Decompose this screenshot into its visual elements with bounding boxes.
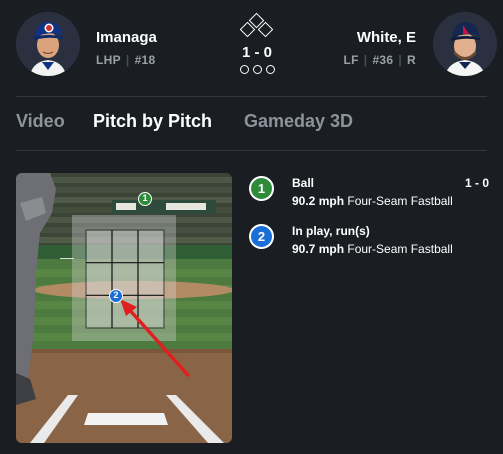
pitch-number-badge: 1 <box>249 176 274 201</box>
out-dot-icon <box>266 65 275 74</box>
batter-headshot-icon <box>433 12 497 76</box>
batter-name[interactable]: White, E <box>357 29 416 46</box>
pitch-row[interactable]: 2 In play, run(s) 90.7 mph Four-Seam Fas… <box>249 222 489 266</box>
tab-pitch-by-pitch[interactable]: Pitch by Pitch <box>93 111 212 132</box>
matchup-header: Imanaga LHP | #18 1 - 0 White, E LF | #36 | R <box>0 0 503 96</box>
batter-bats: R <box>407 53 416 67</box>
zone-pitch-marker-label: 2 <box>113 290 119 300</box>
pitcher-info: LHP | #18 <box>96 53 156 67</box>
pitch-type: Four-Seam Fastball <box>347 194 453 208</box>
pitcher-avatar[interactable] <box>16 12 80 76</box>
game-state: 1 - 0 <box>222 12 292 78</box>
pitch-result: Ball <box>292 176 315 190</box>
pitch-speed: 90.7 mph <box>292 242 345 256</box>
zone-pitch-marker-label: 1 <box>142 193 148 203</box>
zone-pitch-marker[interactable]: 1 <box>138 192 152 206</box>
batter-info: LF | #36 | R <box>343 53 416 67</box>
base-diamond <box>239 12 275 42</box>
pitch-details: 90.2 mph Four-Seam Fastball <box>292 194 453 208</box>
out-dot-icon <box>240 65 249 74</box>
pitcher-hand: LHP <box>96 53 121 67</box>
zone-pitch-marker[interactable]: 2 <box>109 289 123 303</box>
batter-position: LF <box>343 53 359 67</box>
tab-gameday-3d[interactable]: Gameday 3D <box>244 111 353 132</box>
pitch-count: 1 - 0 <box>464 176 489 190</box>
out-dot-icon <box>253 65 262 74</box>
pitcher-number: #18 <box>134 53 156 67</box>
pitch-speed: 90.2 mph <box>292 194 345 208</box>
strike-zone-view[interactable]: 1 2 <box>16 173 232 443</box>
pitch-details: 90.7 mph Four-Seam Fastball <box>292 242 453 256</box>
pitch-result: In play, run(s) <box>292 224 370 238</box>
tabs-divider <box>16 150 487 151</box>
pitch-row[interactable]: 1 Ball 1 - 0 90.2 mph Four-Seam Fastball <box>249 174 489 218</box>
pitcher-name[interactable]: Imanaga <box>96 29 157 46</box>
tab-video[interactable]: Video <box>16 111 65 132</box>
header-divider <box>16 96 487 97</box>
batter-number: #36 <box>372 53 394 67</box>
pitcher-headshot-icon <box>16 12 80 76</box>
ball-strike-count: 1 - 0 <box>241 44 272 61</box>
outs-indicator <box>238 65 278 75</box>
batter-avatar[interactable] <box>433 12 497 76</box>
broadcast-field-image <box>16 173 232 443</box>
pitch-type: Four-Seam Fastball <box>347 242 453 256</box>
pitch-number-badge: 2 <box>249 224 274 249</box>
